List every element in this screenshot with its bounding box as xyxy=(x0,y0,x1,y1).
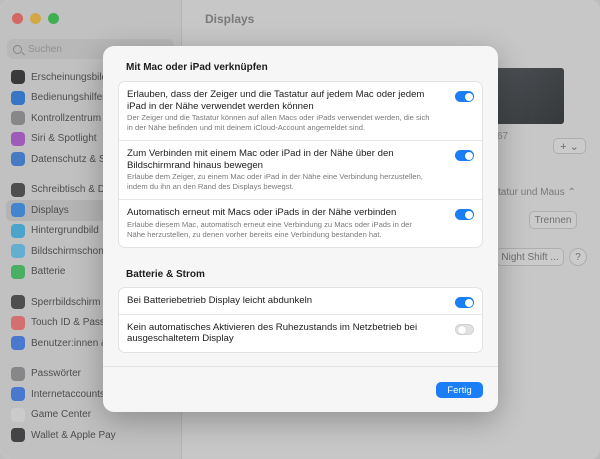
setting-description: Erlaube dem Zeiger, zu einem Mac oder iP… xyxy=(127,172,423,191)
toggle-knob xyxy=(457,326,466,334)
setting-description: Erlaube diesem Mac, automatisch erneut e… xyxy=(127,219,412,239)
section-title-battery: Batterie & Strom xyxy=(126,269,205,280)
setting-label: Bei Batteriebetrieb Display leicht abdun… xyxy=(127,295,313,306)
setting-toggle[interactable] xyxy=(455,91,474,102)
setting-label: Erlauben, dass der Zeiger und die Tastat… xyxy=(127,89,425,112)
toggle-knob xyxy=(464,92,473,101)
sheet-divider xyxy=(103,366,498,367)
battery-group: Bei Batteriebetrieb Display leicht abdun… xyxy=(118,287,483,353)
setting-label: Zum Verbinden mit einem Mac oder iPad in… xyxy=(127,148,394,171)
done-button[interactable]: Fertig xyxy=(436,382,483,398)
setting-row: Automatisch erneut mit Macs oder iPads i… xyxy=(119,200,482,247)
setting-row: Zum Verbinden mit einem Mac oder iPad in… xyxy=(119,141,482,200)
setting-row: Erlauben, dass der Zeiger und die Tastat… xyxy=(119,82,482,141)
toggle-knob xyxy=(464,298,473,307)
setting-toggle[interactable] xyxy=(455,150,474,161)
setting-toggle[interactable] xyxy=(455,297,474,308)
setting-row: Bei Batteriebetrieb Display leicht abdun… xyxy=(119,288,482,315)
setting-label: Kein automatisches Aktivieren des Ruhezu… xyxy=(127,321,418,345)
section-title-mac-ipad: Mit Mac oder iPad verknüpfen xyxy=(126,62,268,73)
setting-row: Kein automatisches Aktivieren des Ruhezu… xyxy=(119,315,482,352)
setting-toggle[interactable] xyxy=(455,209,474,220)
mac-ipad-group: Erlauben, dass der Zeiger und die Tastat… xyxy=(118,81,483,248)
setting-label: Automatisch erneut mit Macs oder iPads i… xyxy=(127,207,397,218)
toggle-knob xyxy=(464,151,473,160)
link-settings-sheet: Mit Mac oder iPad verknüpfen Erlauben, d… xyxy=(103,46,498,412)
setting-description: Der Zeiger und die Tastatur können auf a… xyxy=(127,113,430,132)
setting-toggle[interactable] xyxy=(455,323,474,335)
toggle-knob xyxy=(464,210,473,219)
settings-window: Suchen Erscheinungsbild Bedienungshilfen K… xyxy=(0,0,600,459)
